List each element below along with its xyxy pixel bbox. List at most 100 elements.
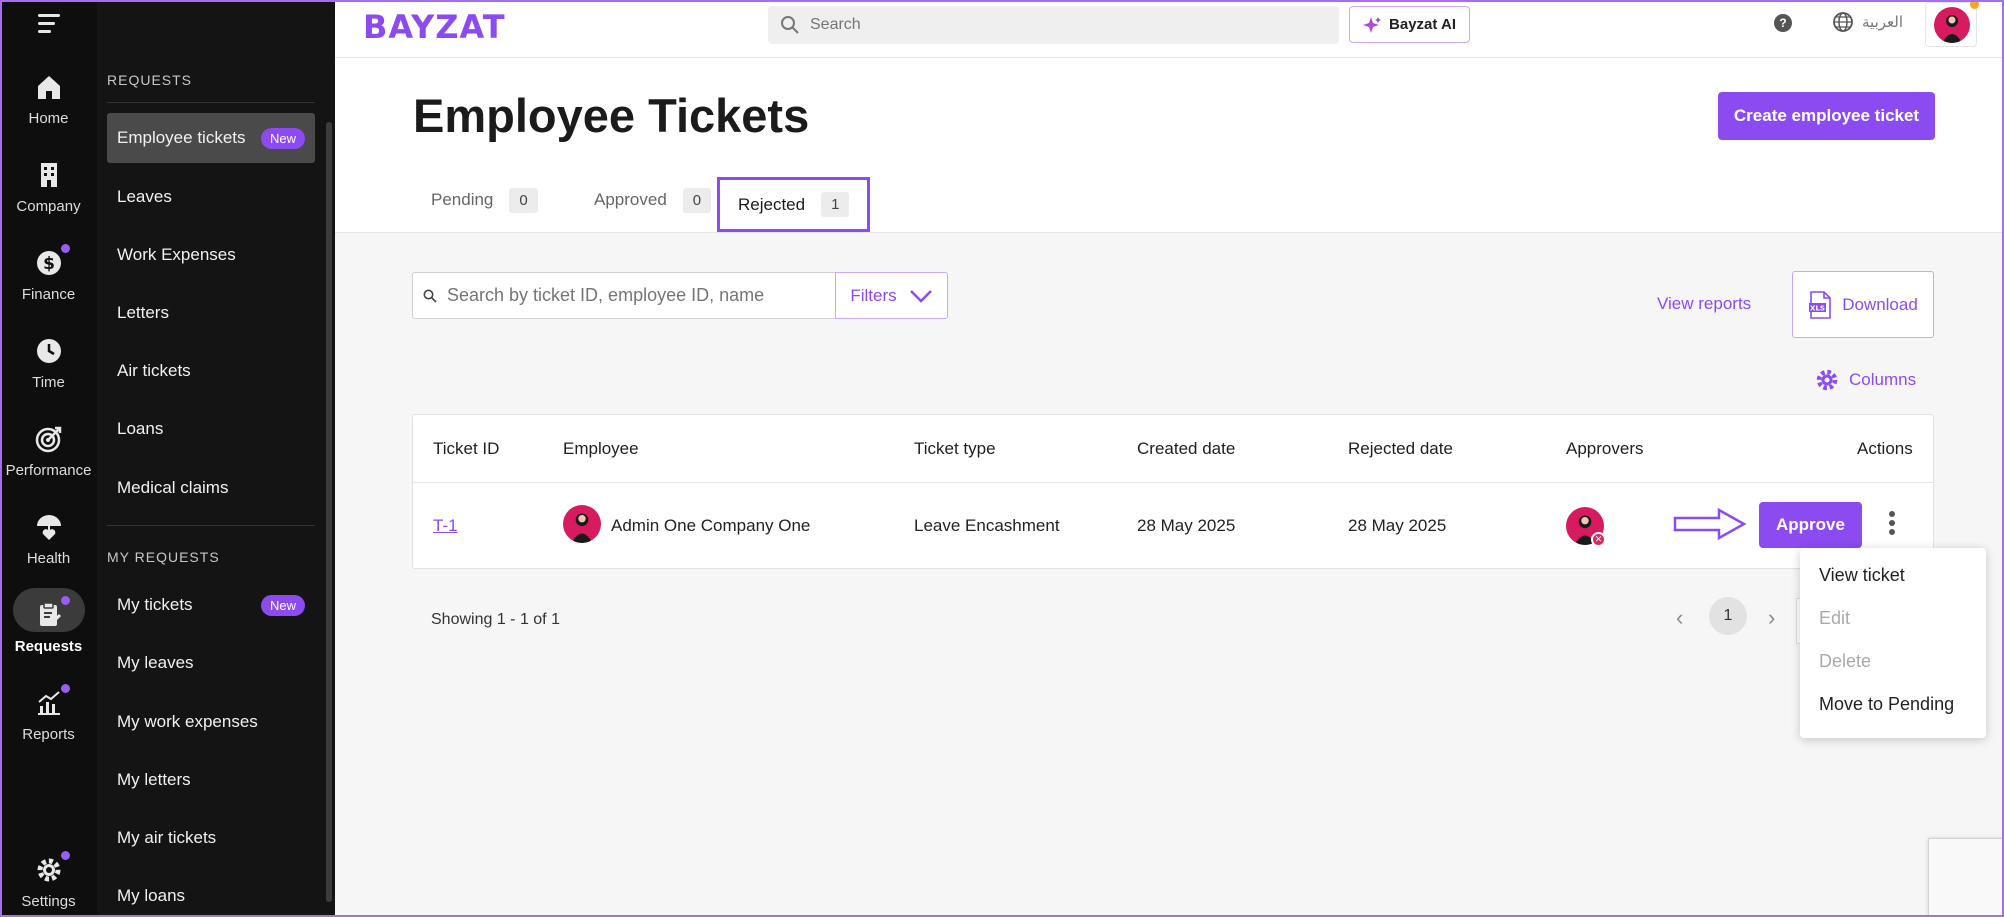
sidebar-item-label: Letters — [117, 303, 169, 322]
svg-text:XLS: XLS — [1810, 304, 1825, 312]
chart-icon — [34, 684, 70, 718]
tab-approved[interactable]: Approved 0 — [576, 178, 729, 222]
download-label: Download — [1842, 294, 1918, 314]
bayzat-logo[interactable]: BAYZAT — [363, 8, 506, 46]
page-1-button[interactable]: 1 — [1709, 597, 1747, 635]
sidebar-item-employee-tickets[interactable]: Employee tickets New — [107, 113, 315, 163]
column-header-approvers: Approvers — [1566, 439, 1644, 458]
sidebar-item-air-tickets[interactable]: Air tickets — [107, 346, 315, 396]
menu-item-move-to-pending[interactable]: Move to Pending — [1819, 694, 1954, 715]
column-header-rejected-date[interactable]: Rejected date — [1348, 439, 1453, 459]
created-date: 28 May 2025 — [1137, 516, 1236, 535]
tab-pending[interactable]: Pending 0 — [413, 178, 556, 222]
new-badge: New — [260, 127, 305, 149]
column-header-actions: Actions — [1857, 439, 1913, 458]
chevron-right-icon[interactable]: › — [1768, 605, 1775, 631]
approver-avatar[interactable]: ✕ — [1566, 507, 1606, 547]
sidebar-item-my-work-expenses[interactable]: My work expenses — [107, 697, 315, 747]
rail-company[interactable]: Company — [0, 160, 97, 215]
rail-settings[interactable]: Settings — [0, 851, 97, 910]
search-icon — [423, 289, 437, 303]
column-header-employee[interactable]: Employee — [563, 439, 639, 459]
view-reports-link[interactable]: View reports — [1657, 294, 1751, 314]
help-icon[interactable]: ? — [1774, 14, 1792, 32]
menu-item-view-ticket[interactable]: View ticket — [1819, 565, 1905, 586]
menu-icon[interactable] — [38, 14, 60, 38]
rail-home[interactable]: Home — [0, 72, 97, 127]
rail-time[interactable]: Time — [0, 336, 97, 391]
rail-performance-label: Performance — [5, 462, 92, 479]
sidebar-item-loans[interactable]: Loans — [107, 404, 315, 454]
search-icon — [781, 16, 799, 34]
language-switcher[interactable]: العربية — [1832, 11, 1903, 33]
rail-home-label: Home — [28, 110, 69, 127]
sidebar-item-label: My letters — [117, 770, 191, 789]
menu-item-delete: Delete — [1819, 651, 1872, 671]
global-search[interactable] — [768, 6, 1339, 44]
tab-label: Pending — [431, 190, 494, 209]
rail-finance[interactable]: $ Finance — [0, 244, 97, 303]
chevron-left-icon[interactable]: ‹ — [1676, 605, 1683, 631]
sidebar-item-my-tickets[interactable]: My tickets New — [107, 580, 315, 630]
rail-health[interactable]: Health — [0, 512, 97, 567]
rail-company-label: Company — [16, 198, 81, 215]
recaptcha-badge[interactable] — [1928, 838, 2004, 917]
bayzat-ai-button[interactable]: Bayzat AI — [1349, 6, 1470, 43]
column-header-created-date[interactable]: Created date — [1137, 439, 1235, 459]
columns-button[interactable]: Columns — [1815, 368, 1916, 392]
header-divider — [413, 482, 1933, 483]
chevron-down-icon — [909, 289, 932, 303]
sidebar-item-my-letters[interactable]: My letters — [107, 755, 315, 805]
tab-rejected[interactable]: Rejected 1 — [717, 177, 871, 232]
more-actions-icon[interactable] — [1889, 511, 1897, 538]
avatar — [1934, 7, 1970, 43]
approve-button[interactable]: Approve — [1759, 502, 1862, 548]
showing-count: Showing 1 - 1 of 1 — [431, 611, 560, 628]
sidebar-item-label: Air tickets — [117, 361, 191, 380]
tab-count: 1 — [821, 192, 850, 217]
rail-time-label: Time — [32, 374, 65, 391]
sidebar-scrollbar[interactable] — [326, 122, 332, 902]
sidebar-item-work-expenses[interactable]: Work Expenses — [107, 230, 315, 280]
tickets-table: Ticket ID Employee Ticket type Created d… — [412, 414, 1934, 569]
create-employee-ticket-button[interactable]: Create employee ticket — [1718, 92, 1935, 140]
sidebar-item-medical-claims[interactable]: Medical claims — [107, 463, 315, 513]
rail-requests[interactable]: Requests — [0, 588, 97, 655]
sidebar-item-label: My tickets — [117, 595, 193, 614]
employee-name: Admin One Company One — [611, 516, 811, 535]
filters-button[interactable]: Filters — [835, 272, 948, 319]
rail-finance-label: Finance — [21, 286, 76, 303]
filters-label: Filters — [850, 285, 897, 305]
tab-count: 0 — [682, 187, 712, 213]
ticket-id-link[interactable]: T-1 — [433, 516, 458, 535]
ticket-search[interactable] — [412, 272, 839, 319]
column-header-ticket-id[interactable]: Ticket ID — [433, 439, 499, 459]
language-label: العربية — [1862, 14, 1903, 31]
sparkle-icon — [1363, 16, 1382, 33]
sidebar-item-my-loans[interactable]: My loans — [107, 871, 315, 917]
sidebar-item-letters[interactable]: Letters — [107, 288, 315, 338]
column-header-ticket-type[interactable]: Ticket type — [914, 439, 996, 459]
sidebar-item-label: My loans — [117, 886, 186, 905]
global-search-input[interactable] — [810, 16, 1310, 34]
sidebar-item-label: Work Expenses — [117, 245, 236, 264]
rail-reports[interactable]: Reports — [0, 684, 97, 743]
rail-performance[interactable]: Performance — [0, 424, 97, 479]
gear-icon — [34, 851, 70, 885]
section-requests: REQUESTS — [107, 72, 193, 88]
section-my-requests: MY REQUESTS — [107, 549, 220, 565]
download-button[interactable]: XLS Download — [1792, 271, 1934, 338]
ticket-search-input[interactable] — [447, 285, 827, 306]
dollar-icon: $ — [34, 244, 70, 278]
sidebar-item-leaves[interactable]: Leaves — [107, 172, 315, 222]
notification-dot — [1970, 0, 1979, 9]
rejected-date: 28 May 2025 — [1348, 516, 1447, 535]
user-avatar-button[interactable] — [1925, 0, 1979, 47]
rail-requests-label: Requests — [14, 638, 83, 655]
sidebar-item-my-air-tickets[interactable]: My air tickets — [107, 813, 315, 863]
sidebar-item-my-leaves[interactable]: My leaves — [107, 638, 315, 688]
bayzat-ai-label: Bayzat AI — [1389, 16, 1456, 33]
divider — [107, 102, 315, 103]
arrow-right-icon — [1673, 507, 1747, 541]
new-badge: New — [260, 594, 305, 616]
